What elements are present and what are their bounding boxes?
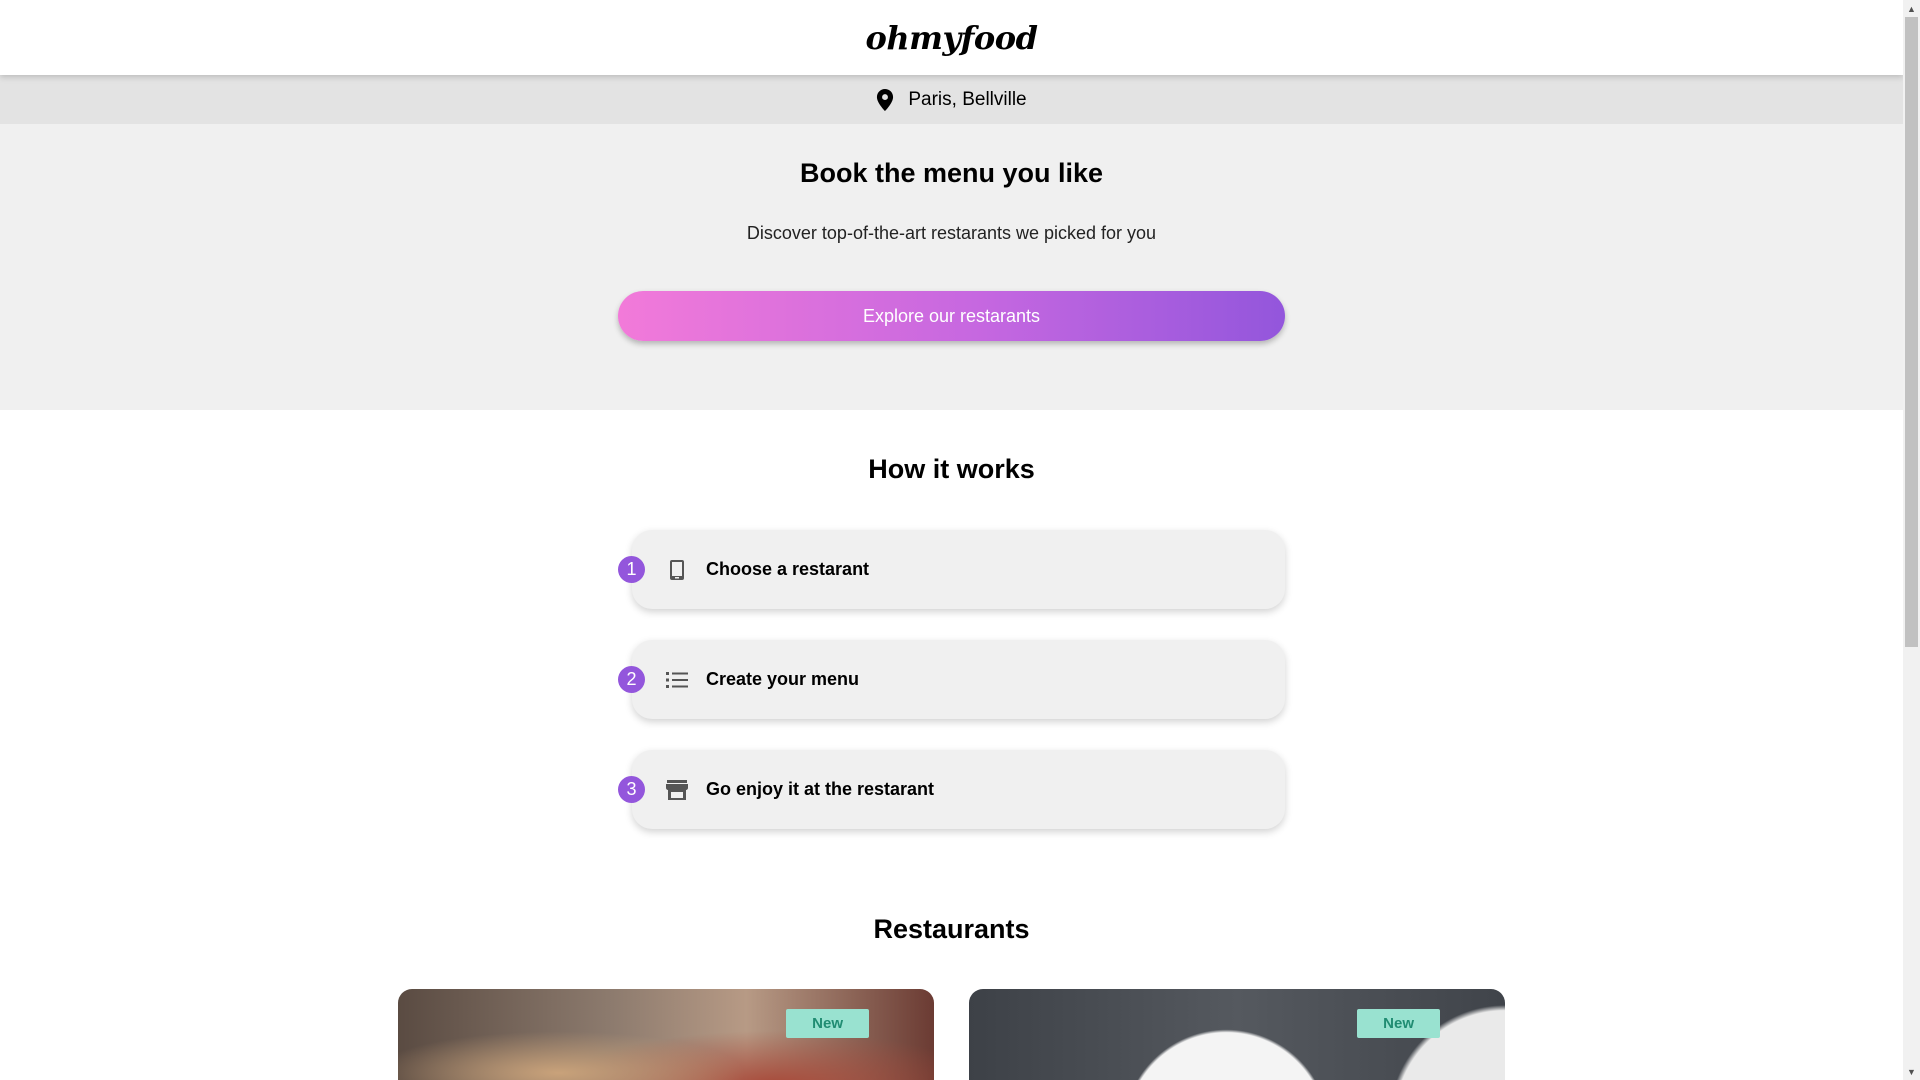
location-bar: Paris, Bellville xyxy=(0,75,1903,124)
step-card-2: 2 Create your menu xyxy=(618,640,1285,719)
page: ohmyfood Paris, Bellville Book the menu … xyxy=(0,0,1903,1080)
vertical-scrollbar[interactable]: ▲ ▼ xyxy=(1903,0,1920,1080)
list-icon xyxy=(666,669,688,691)
site-header: ohmyfood xyxy=(0,0,1903,75)
step-label: Create your menu xyxy=(706,669,860,689)
restaurant-card[interactable]: New xyxy=(969,989,1505,1080)
how-it-works-title: How it works xyxy=(868,454,1035,484)
step-label: Choose a restarant xyxy=(706,559,870,579)
smartphone-icon xyxy=(666,559,688,581)
restaurants-section: Restaurants New New xyxy=(0,860,1903,1080)
step-card-1: 1 Choose a restarant xyxy=(618,530,1285,609)
hero-subtitle: Discover top-of-the-art restarants we pi… xyxy=(746,223,1157,243)
restaurant-card[interactable]: New xyxy=(398,989,934,1080)
hero-title: Book the menu you like xyxy=(799,158,1104,188)
restaurant-cards: New New xyxy=(398,989,1505,1080)
step-number-badge: 1 xyxy=(618,556,645,583)
hero-section: Book the menu you like Discover top-of-t… xyxy=(0,124,1903,410)
scroll-down-arrow-icon[interactable]: ▼ xyxy=(1903,1063,1920,1080)
location-text: Paris, Bellville xyxy=(908,88,1027,110)
how-it-works-section: How it works 1 Choose a restarant 2 Crea… xyxy=(0,410,1903,860)
scrollbar-thumb[interactable] xyxy=(1905,17,1918,647)
explore-restaurants-button[interactable]: Explore our restarants xyxy=(618,291,1285,341)
new-badge: New xyxy=(786,1009,869,1038)
step-number-badge: 3 xyxy=(618,776,645,803)
store-icon xyxy=(666,779,688,801)
restaurants-title: Restaurants xyxy=(873,914,1030,944)
step-number-badge: 2 xyxy=(618,666,645,693)
scroll-up-arrow-icon[interactable]: ▲ xyxy=(1903,0,1920,17)
steps-list: 1 Choose a restarant 2 Create your menu … xyxy=(618,530,1285,860)
step-card-3: 3 Go enjoy it at the restarant xyxy=(618,750,1285,829)
logo[interactable]: ohmyfood xyxy=(866,19,1038,57)
new-badge: New xyxy=(1357,1009,1440,1038)
step-label: Go enjoy it at the restarant xyxy=(706,779,935,799)
map-pin-icon xyxy=(877,88,894,111)
